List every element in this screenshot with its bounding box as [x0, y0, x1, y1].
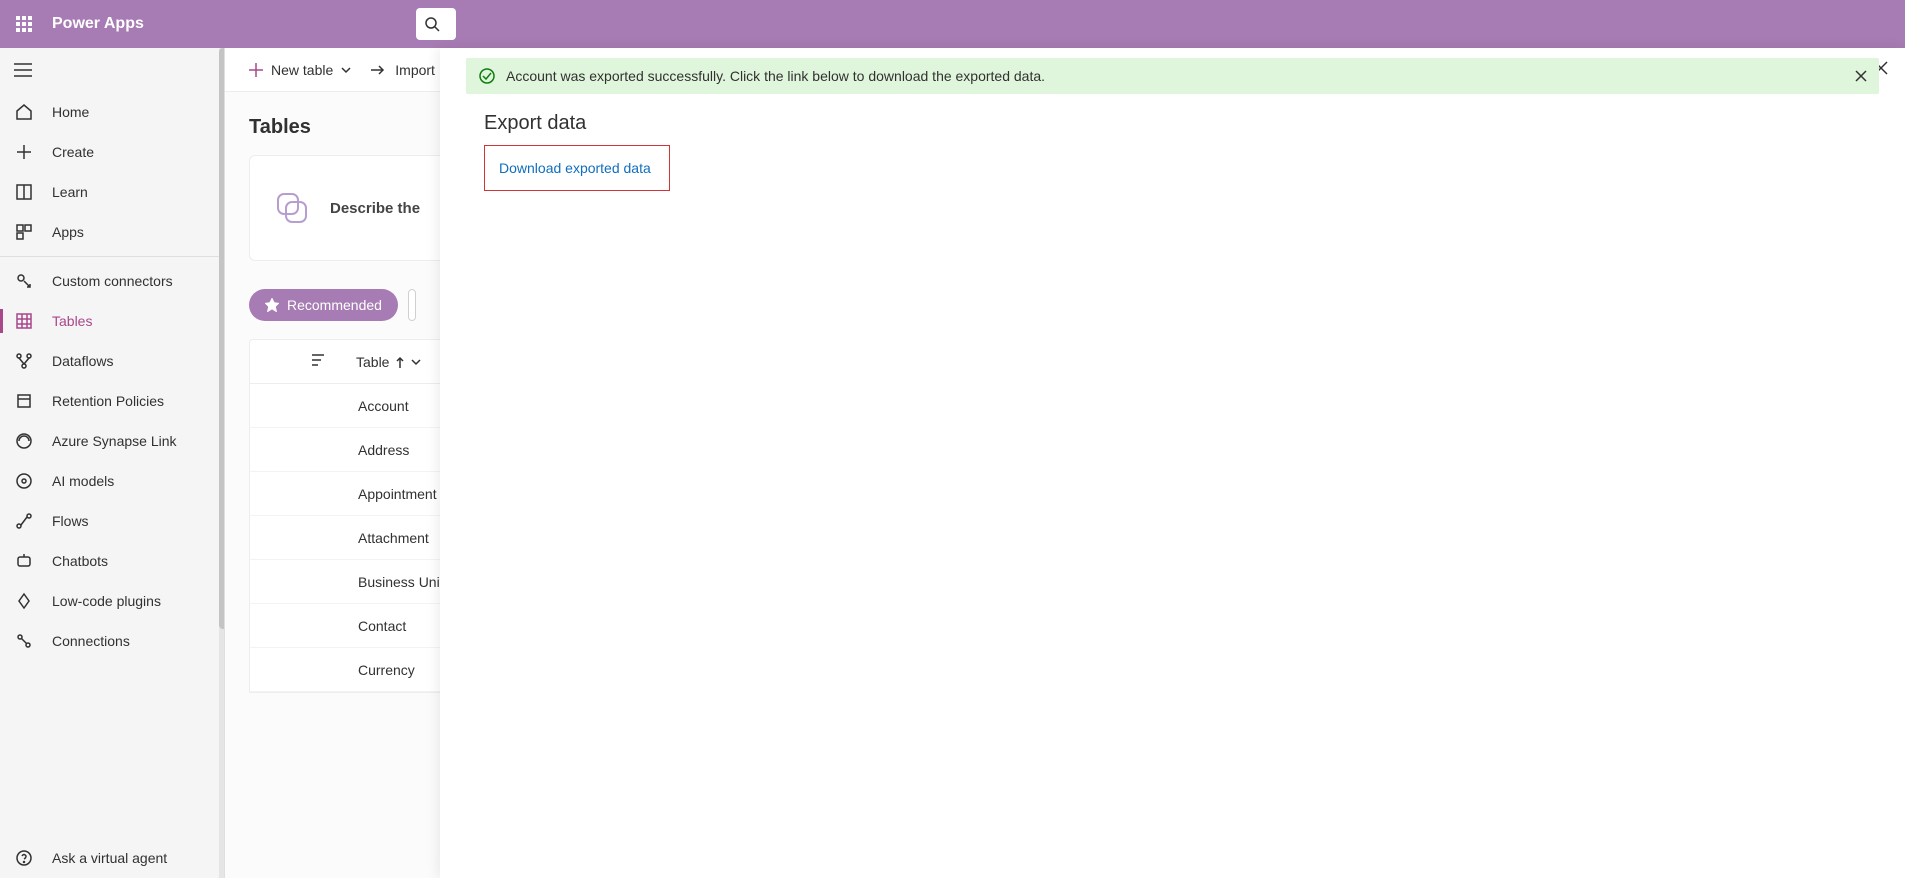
success-icon: [478, 67, 496, 85]
download-link[interactable]: Download exported data: [495, 160, 651, 176]
nav-dataflows[interactable]: Dataflows: [0, 341, 224, 381]
pill-label: Recommended: [287, 297, 382, 313]
sort-icon[interactable]: [310, 353, 326, 370]
sort-asc-icon: [395, 356, 405, 368]
nav-label: Dataflows: [52, 353, 113, 369]
recommended-pill[interactable]: Recommended: [249, 289, 398, 321]
toolbar-label: Import: [395, 62, 435, 78]
download-highlight: Download exported data: [484, 145, 670, 191]
chevron-down-icon: [411, 357, 421, 367]
app-name: Power Apps: [52, 15, 144, 33]
alert-close-button[interactable]: [1851, 66, 1871, 86]
connector-icon: [14, 272, 34, 290]
global-header: Power Apps: [0, 0, 1905, 48]
search-icon: [424, 16, 440, 32]
panel-title: Export data: [484, 112, 1861, 135]
question-icon: [14, 849, 34, 867]
describe-label: Describe the: [330, 200, 420, 217]
export-panel: Account was exported successfully. Click…: [440, 48, 1905, 878]
nav-flows[interactable]: Flows: [0, 501, 224, 541]
book-icon: [14, 183, 34, 201]
hamburger-icon[interactable]: [0, 48, 224, 92]
nav-learn[interactable]: Learn: [0, 172, 224, 212]
nav-label: Custom connectors: [52, 273, 173, 289]
home-icon: [14, 103, 34, 121]
success-alert: Account was exported successfully. Click…: [466, 58, 1879, 94]
nav-label: AI models: [52, 473, 114, 489]
nav-home[interactable]: Home: [0, 92, 224, 132]
column-header-table[interactable]: Table: [356, 354, 421, 370]
nav-label: Create: [52, 144, 94, 160]
waffle-icon[interactable]: [8, 8, 40, 40]
nav-low-code[interactable]: Low-code plugins: [0, 581, 224, 621]
connections-icon: [14, 632, 34, 650]
nav-tables[interactable]: Tables: [0, 301, 224, 341]
alert-text: Account was exported successfully. Click…: [506, 68, 1045, 84]
nav-ask-agent[interactable]: Ask a virtual agent: [0, 838, 224, 878]
chevron-down-icon: [341, 65, 351, 75]
nav-chatbots[interactable]: Chatbots: [0, 541, 224, 581]
nav-custom-connectors[interactable]: Custom connectors: [0, 261, 224, 301]
nav-synapse[interactable]: Azure Synapse Link: [0, 421, 224, 461]
nav-label: Flows: [52, 513, 89, 529]
nav-label: Connections: [52, 633, 130, 649]
dataflow-icon: [14, 352, 34, 370]
nav-retention[interactable]: Retention Policies: [0, 381, 224, 421]
table-icon: [14, 312, 34, 330]
nav-label: Apps: [52, 224, 84, 240]
nav-label: Tables: [52, 313, 92, 329]
more-pill[interactable]: [408, 289, 416, 321]
toolbar-label: New table: [271, 62, 333, 78]
star-icon: [265, 298, 279, 312]
plugin-icon: [14, 592, 34, 610]
new-table-button[interactable]: New table: [249, 62, 351, 78]
plus-icon: [14, 143, 34, 161]
left-nav: Home Create Learn Apps Custom connectors…: [0, 48, 225, 878]
apps-icon: [14, 223, 34, 241]
flow-icon: [14, 512, 34, 530]
retention-icon: [14, 392, 34, 410]
synapse-icon: [14, 432, 34, 450]
ai-icon: [14, 472, 34, 490]
nav-label: Home: [52, 104, 89, 120]
nav-connections[interactable]: Connections: [0, 621, 224, 661]
nav-label: Ask a virtual agent: [52, 850, 167, 866]
nav-apps[interactable]: Apps: [0, 212, 224, 252]
close-icon: [1855, 70, 1867, 82]
nav-create[interactable]: Create: [0, 132, 224, 172]
import-button[interactable]: Import: [371, 62, 435, 78]
nav-ai-models[interactable]: AI models: [0, 461, 224, 501]
nav-label: Retention Policies: [52, 393, 164, 409]
nav-label: Learn: [52, 184, 88, 200]
nav-label: Chatbots: [52, 553, 108, 569]
global-search[interactable]: [416, 8, 456, 40]
nav-label: Low-code plugins: [52, 593, 161, 609]
nav-label: Azure Synapse Link: [52, 433, 177, 449]
copilot-icon: [274, 190, 310, 226]
chatbot-icon: [14, 552, 34, 570]
